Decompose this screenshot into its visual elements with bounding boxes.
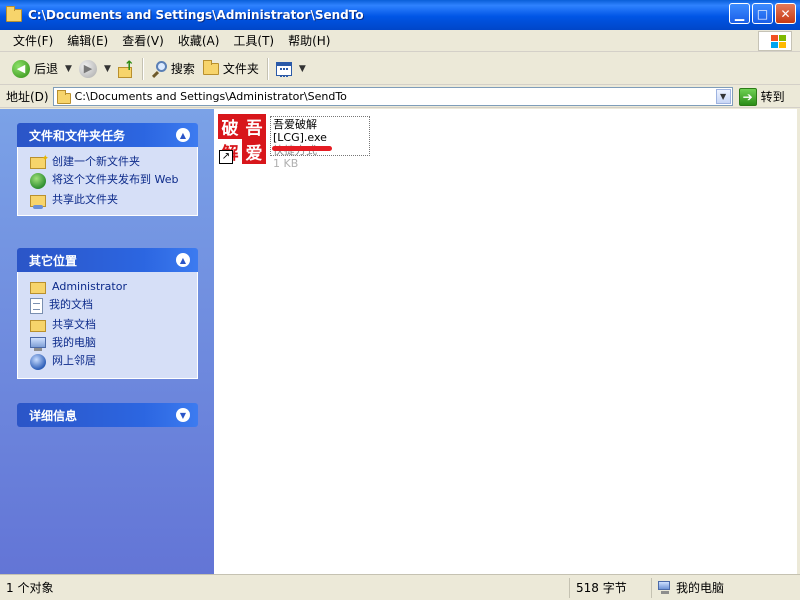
icon-char: 破 xyxy=(218,114,242,139)
address-value: C:\Documents and Settings\Administrator\… xyxy=(74,90,347,103)
address-label: 地址(D) xyxy=(6,90,49,104)
search-button[interactable]: 搜索 xyxy=(147,56,199,82)
task-publish-web[interactable]: 将这个文件夹发布到 Web xyxy=(30,171,197,191)
back-label: 后退 xyxy=(34,62,59,76)
network-icon xyxy=(30,354,46,370)
computer-icon xyxy=(658,580,672,595)
maximize-button[interactable]: □ xyxy=(752,3,773,24)
panel-title: 其它位置 xyxy=(29,253,78,268)
toolbar-separator xyxy=(266,57,268,80)
forward-dropdown-icon[interactable]: ▼ xyxy=(101,64,114,74)
icon-char: 爱 xyxy=(242,139,266,164)
details-panel: 详细信息 ▼ xyxy=(17,403,198,427)
panel-header[interactable]: 文件和文件夹任务 ▲ xyxy=(17,123,198,147)
close-button[interactable]: ✕ xyxy=(775,3,796,24)
task-new-folder[interactable]: 创建一个新文件夹 xyxy=(30,152,197,171)
back-arrow-icon: ◀ xyxy=(12,59,30,78)
folder-icon xyxy=(30,320,46,332)
up-folder-button[interactable]: ↑ xyxy=(114,56,138,82)
menu-help[interactable]: 帮助(H) xyxy=(281,32,337,49)
task-label: 共享此文件夹 xyxy=(52,193,118,206)
back-button[interactable]: ◀ 后退 xyxy=(8,56,62,82)
title-bar[interactable]: C:\Documents and Settings\Administrator\… xyxy=(0,0,800,30)
toolbar-separator xyxy=(141,57,143,80)
toolbar: ◀ 后退 ▼ ▶ ▼ ↑ 搜索 文件夹 ▼ xyxy=(0,53,800,85)
forward-button[interactable]: ▶ xyxy=(75,56,101,82)
shortcut-arrow-icon: ↗ xyxy=(219,150,233,164)
folders-icon xyxy=(202,59,219,75)
collapse-chevron-icon[interactable]: ▲ xyxy=(176,128,190,142)
panel-title: 详细信息 xyxy=(29,408,78,423)
search-icon xyxy=(151,60,167,78)
task-label: 将这个文件夹发布到 Web xyxy=(52,173,179,186)
place-network[interactable]: 网上邻居 xyxy=(30,352,197,372)
new-folder-icon xyxy=(30,152,49,169)
share-folder-icon xyxy=(30,195,46,209)
go-button[interactable]: ➔ 转到 xyxy=(738,87,785,106)
folder-icon xyxy=(56,89,71,104)
place-label: 网上邻居 xyxy=(52,354,96,367)
folder-icon xyxy=(30,282,46,294)
go-arrow-icon: ➔ xyxy=(738,87,757,106)
panel-body: Administrator 我的文档 共享文档 我的电脑 网上邻居 xyxy=(17,272,198,379)
menu-tools[interactable]: 工具(T) xyxy=(226,32,281,49)
status-location: 我的电脑 xyxy=(652,578,792,598)
address-dropdown-icon[interactable]: ▼ xyxy=(715,89,731,104)
file-folder-tasks-panel: 文件和文件夹任务 ▲ 创建一个新文件夹 将这个文件夹发布到 Web 共享此文件夹 xyxy=(17,123,198,216)
status-size: 518 字节 xyxy=(570,577,652,598)
status-bar: 1 个对象 518 字节 我的电脑 xyxy=(0,574,800,600)
collapse-chevron-icon[interactable]: ▲ xyxy=(176,253,190,267)
back-dropdown-icon[interactable]: ▼ xyxy=(62,64,75,74)
place-label: 我的电脑 xyxy=(52,336,96,349)
panel-header[interactable]: 其它位置 ▲ xyxy=(17,248,198,272)
search-label: 搜索 xyxy=(170,62,195,76)
views-icon xyxy=(275,61,292,77)
panel-title: 文件和文件夹任务 xyxy=(29,128,126,143)
status-objects: 1 个对象 xyxy=(0,577,570,598)
task-share-folder[interactable]: 共享此文件夹 xyxy=(30,191,197,209)
menu-view[interactable]: 查看(V) xyxy=(115,32,171,49)
window-title: C:\Documents and Settings\Administrator\… xyxy=(28,8,364,22)
views-dropdown-icon: ▼ xyxy=(298,63,306,74)
file-name: 吾爱破解[LCG].exe xyxy=(273,118,327,144)
place-shared-documents[interactable]: 共享文档 xyxy=(30,316,197,334)
expand-chevron-icon[interactable]: ▼ xyxy=(176,408,190,422)
task-label: 创建一个新文件夹 xyxy=(52,155,140,168)
address-input[interactable]: C:\Documents and Settings\Administrator\… xyxy=(52,87,733,106)
panel-header[interactable]: 详细信息 ▼ xyxy=(17,403,198,427)
place-label: Administrator xyxy=(52,280,127,293)
folder-icon xyxy=(6,5,22,22)
minimize-button[interactable]: ▁ xyxy=(729,3,750,24)
menu-file[interactable]: 文件(F) xyxy=(6,32,60,49)
menu-favorites[interactable]: 收藏(A) xyxy=(171,32,227,49)
place-label: 共享文档 xyxy=(52,318,96,331)
place-my-computer[interactable]: 我的电脑 xyxy=(30,334,197,352)
menu-edit[interactable]: 编辑(E) xyxy=(60,32,115,49)
documents-icon xyxy=(30,298,43,314)
file-item[interactable]: 破 吾 解 爱 ↗ 吾爱破解[LCG].exe 快捷方式 1 KB xyxy=(216,114,371,170)
views-button[interactable]: ▼ xyxy=(272,56,313,82)
address-bar: 地址(D) C:\Documents and Settings\Administ… xyxy=(0,86,800,108)
up-folder-icon: ↑ xyxy=(117,60,135,78)
red-underline-annotation xyxy=(272,146,332,151)
place-label: 我的文档 xyxy=(49,298,93,311)
file-list[interactable]: 破 吾 解 爱 ↗ 吾爱破解[LCG].exe 快捷方式 1 KB xyxy=(214,109,797,574)
computer-icon xyxy=(30,337,46,351)
other-places-panel: 其它位置 ▲ Administrator 我的文档 共享文档 我的电脑 网上邻居 xyxy=(17,248,198,379)
file-size: 1 KB xyxy=(273,157,299,170)
menu-bar: 文件(F) 编辑(E) 查看(V) 收藏(A) 工具(T) 帮助(H) xyxy=(0,30,800,52)
place-administrator[interactable]: Administrator xyxy=(30,278,197,296)
icon-char: 吾 xyxy=(242,114,266,139)
forward-arrow-icon: ▶ xyxy=(78,59,97,78)
folders-button[interactable]: 文件夹 xyxy=(199,56,263,82)
place-my-documents[interactable]: 我的文档 xyxy=(30,296,197,316)
go-label: 转到 xyxy=(760,90,785,104)
folders-label: 文件夹 xyxy=(222,62,259,76)
window-controls: ▁ □ ✕ xyxy=(729,3,796,24)
status-location-label: 我的电脑 xyxy=(676,581,725,595)
windows-logo-icon xyxy=(758,31,792,51)
task-pane: 文件和文件夹任务 ▲ 创建一个新文件夹 将这个文件夹发布到 Web 共享此文件夹… xyxy=(0,109,214,574)
panel-body: 创建一个新文件夹 将这个文件夹发布到 Web 共享此文件夹 xyxy=(17,147,198,216)
publish-web-icon xyxy=(30,173,46,189)
